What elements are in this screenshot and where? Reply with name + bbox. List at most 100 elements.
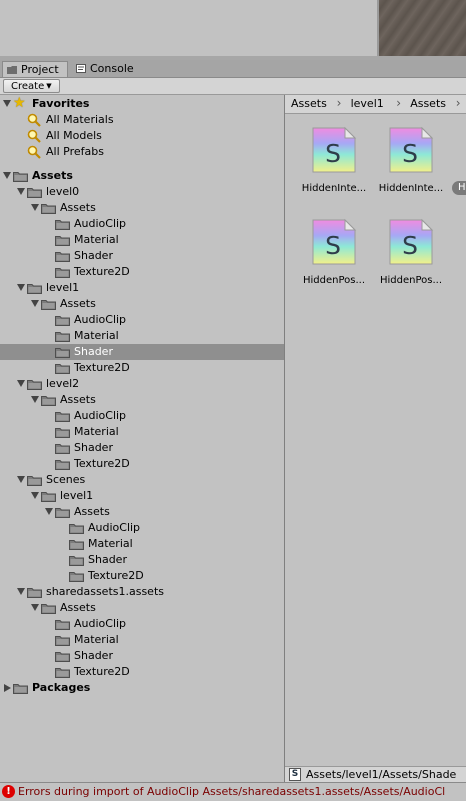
favorite-item[interactable]: All Models	[0, 128, 284, 144]
expand-arrow-icon[interactable]	[3, 172, 11, 179]
favorite-item[interactable]: All Materials	[0, 112, 284, 128]
tree-folder[interactable]: Material	[0, 232, 284, 248]
selected-path: Assets/level1/Assets/Shade	[306, 768, 457, 781]
favorite-item[interactable]: All Prefabs	[0, 144, 284, 160]
shader-asset[interactable]: S HiddenInte...	[375, 121, 447, 207]
tree-folder[interactable]: level1	[0, 280, 284, 296]
search-icon	[27, 145, 41, 159]
folder-icon	[55, 443, 70, 454]
folder-icon	[69, 539, 84, 550]
shader-asset[interactable]: SHi	[452, 213, 466, 299]
tree-folder[interactable]: Texture2D	[0, 568, 284, 584]
tree-folder[interactable]: Material	[0, 536, 284, 552]
tree-item-label: sharedassets1.assets	[46, 585, 164, 598]
tree-item-label: Texture2D	[88, 569, 144, 582]
tree-item-label: AudioClip	[74, 313, 127, 326]
tree-folder[interactable]: AudioClip	[0, 216, 284, 232]
expand-arrow-icon[interactable]	[17, 284, 25, 291]
asset-browser: Assets›level1›Assets›S SHiddenInte...SHi…	[285, 95, 466, 782]
expand-arrow-icon[interactable]	[17, 588, 25, 595]
chevron-right-icon: ›	[396, 96, 401, 110]
tree-item-label: level1	[46, 281, 80, 294]
folder-icon	[27, 475, 42, 486]
tree-folder[interactable]: Texture2D	[0, 264, 284, 280]
tree-folder[interactable]: AudioClip	[0, 616, 284, 632]
tree-folder[interactable]: Assets	[0, 504, 284, 520]
tab-project[interactable]: Project	[2, 61, 68, 77]
tree-item-label: Assets	[60, 393, 96, 406]
tree-folder[interactable]: AudioClip	[0, 408, 284, 424]
breadcrumb-item[interactable]: level1	[351, 97, 384, 110]
tree-item-label: Assets	[32, 169, 73, 182]
scene-view[interactable]	[377, 0, 466, 56]
tree-item-label: AudioClip	[74, 217, 127, 230]
collapse-arrow-icon[interactable]	[4, 684, 11, 692]
tree-folder[interactable]: Shader	[0, 552, 284, 568]
tree-folder[interactable]: Texture2D	[0, 664, 284, 680]
folder-icon	[55, 507, 70, 518]
expand-arrow-icon[interactable]	[3, 100, 11, 107]
tree-folder[interactable]: Scenes	[0, 472, 284, 488]
tree-folder[interactable]: Assets	[0, 296, 284, 312]
folder-icon	[41, 299, 56, 310]
tree-item-label: Assets	[60, 601, 96, 614]
expand-arrow-icon[interactable]	[31, 492, 39, 499]
tree-folder[interactable]: Texture2D	[0, 456, 284, 472]
asset-name: Hi	[452, 181, 466, 195]
tree-item-label: Material	[74, 425, 119, 438]
chevron-down-icon: ▼	[46, 82, 52, 90]
tree-folder[interactable]: Material	[0, 424, 284, 440]
status-bar[interactable]: ! Errors during import of AudioClip Asse…	[0, 782, 466, 801]
tree-folder[interactable]: Shader	[0, 248, 284, 264]
folder-icon	[41, 603, 56, 614]
tree-folder[interactable]: level1	[0, 488, 284, 504]
expand-arrow-icon[interactable]	[31, 204, 39, 211]
error-icon: !	[2, 785, 15, 798]
tree-folder[interactable]: Material	[0, 328, 284, 344]
shader-asset[interactable]: S HiddenPos...	[375, 213, 447, 299]
folder-icon	[55, 619, 70, 630]
folder-icon	[55, 363, 70, 374]
expand-arrow-icon[interactable]	[17, 188, 25, 195]
tree-folder[interactable]: level2	[0, 376, 284, 392]
tree-folder[interactable]: AudioClip	[0, 520, 284, 536]
shader-asset[interactable]: SHi	[452, 121, 466, 207]
tree-folder[interactable]: Assets	[0, 200, 284, 216]
expand-arrow-icon[interactable]	[31, 396, 39, 403]
tree-folder[interactable]: Shader	[0, 440, 284, 456]
breadcrumb-item[interactable]: Assets	[410, 97, 446, 110]
expand-arrow-icon[interactable]	[17, 380, 25, 387]
expand-arrow-icon[interactable]	[31, 300, 39, 307]
tree-root-folder[interactable]: Assets	[0, 168, 284, 184]
tree-favorites[interactable]: ★ Favorites	[0, 96, 284, 112]
tree-folder[interactable]: Shader	[0, 648, 284, 664]
shader-asset[interactable]: S HiddenInte...	[298, 121, 370, 207]
breadcrumb-item[interactable]: Assets	[291, 97, 327, 110]
tree-item-label: AudioClip	[74, 617, 127, 630]
tree-folder[interactable]: AudioClip	[0, 312, 284, 328]
tree-root-folder[interactable]: Packages	[0, 680, 284, 696]
project-tree[interactable]: ★ Favorites All Materials All Models All Pre…	[0, 95, 284, 782]
shader-asset[interactable]: S HiddenPos...	[298, 213, 370, 299]
tree-folder[interactable]: Texture2D	[0, 360, 284, 376]
create-button[interactable]: Create ▼	[3, 79, 60, 93]
tree-folder[interactable]: Material	[0, 632, 284, 648]
asset-name: HiddenPos...	[302, 275, 366, 286]
expand-arrow-icon[interactable]	[17, 476, 25, 483]
tree-item-label: Shader	[74, 649, 113, 662]
tree-folder[interactable]: Shader	[0, 344, 284, 360]
expand-arrow-icon[interactable]	[31, 604, 39, 611]
expand-arrow-icon[interactable]	[45, 508, 53, 515]
tree-item-label: AudioClip	[88, 521, 141, 534]
tree-item-label: Texture2D	[74, 457, 130, 470]
tree-folder[interactable]: sharedassets1.assets	[0, 584, 284, 600]
tree-folder[interactable]: Assets	[0, 392, 284, 408]
folder-icon	[55, 427, 70, 438]
tree-folder[interactable]: level0	[0, 184, 284, 200]
tree-folder[interactable]: Assets	[0, 600, 284, 616]
folder-icon	[55, 635, 70, 646]
tree-item-label: Texture2D	[74, 361, 130, 374]
asset-name: HiddenPos...	[379, 275, 443, 286]
tree-item-label: Assets	[74, 505, 110, 518]
tab-console[interactable]: Console	[72, 61, 144, 77]
